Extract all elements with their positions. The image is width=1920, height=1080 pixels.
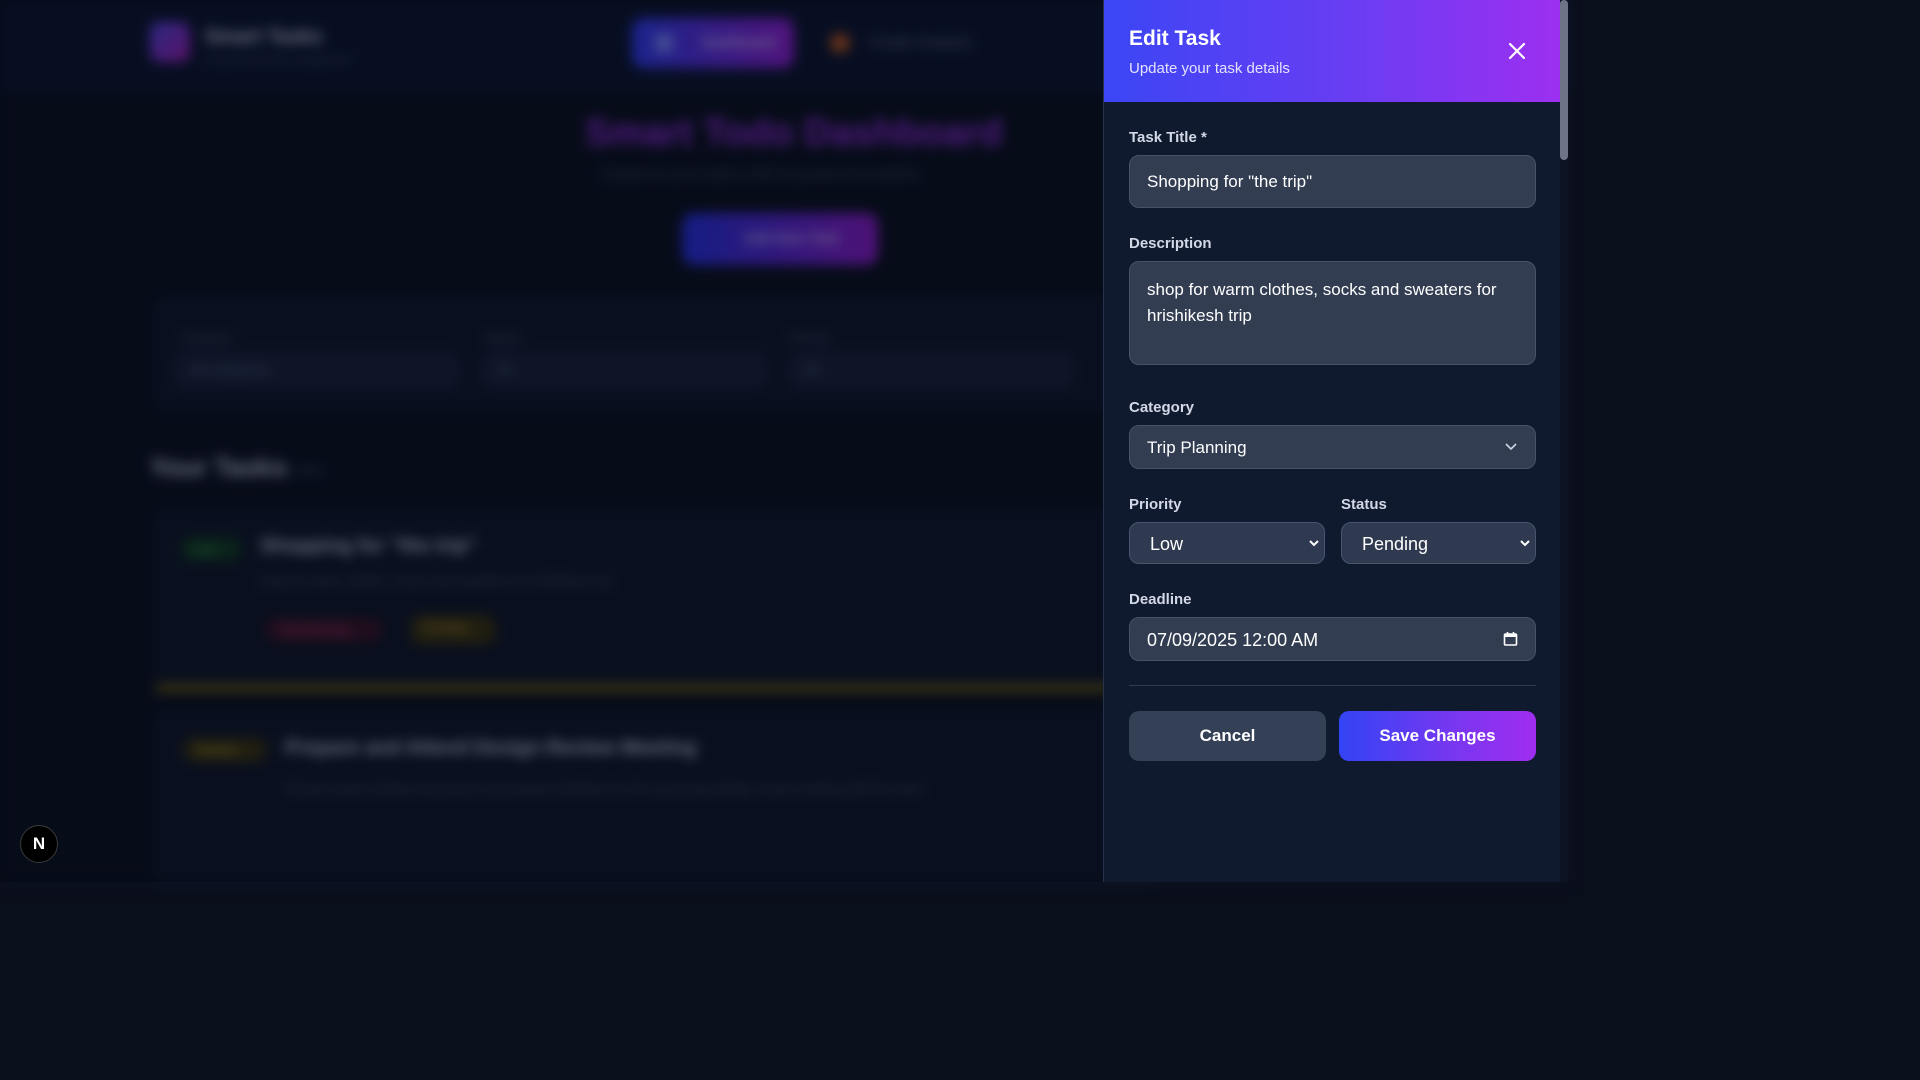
deadline-value: 07/09/2025 12:00 AM [1147, 630, 1319, 650]
status-select[interactable]: Pending [1341, 522, 1536, 564]
status-value: Pending [1362, 534, 1429, 554]
category-value: Trip Planning [1147, 438, 1247, 457]
task-title-input[interactable]: Shopping for "the trip" [1129, 155, 1536, 208]
drawer-header: Edit Task Update your task details [1104, 0, 1561, 102]
priority-label: Priority [1129, 496, 1182, 513]
cancel-button[interactable]: Cancel [1129, 711, 1326, 761]
priority-select[interactable]: Low [1129, 522, 1325, 564]
description-textarea[interactable]: shop for warm clothes, socks and sweater… [1129, 261, 1536, 365]
modal-backdrop[interactable] [0, 0, 1103, 882]
description-value: shop for warm clothes, socks and sweater… [1147, 280, 1497, 325]
task-title-label: Task Title * [1129, 129, 1207, 146]
category-label: Category [1129, 399, 1195, 416]
save-changes-button[interactable]: Save Changes [1339, 711, 1536, 761]
status-label: Status [1341, 496, 1387, 513]
nextjs-dev-badge[interactable]: N [20, 825, 58, 863]
edit-task-drawer: Edit Task Update your task details Task … [1103, 0, 1561, 882]
chevron-down-icon [1520, 540, 1530, 547]
scrollbar-thumb[interactable] [1560, 0, 1568, 160]
deadline-label: Deadline [1129, 591, 1192, 608]
calendar-icon[interactable] [1503, 631, 1518, 647]
chevron-down-icon [1309, 540, 1319, 547]
chevron-down-icon [1505, 443, 1517, 451]
task-title-value: Shopping for "the trip" [1147, 172, 1313, 191]
drawer-title: Edit Task [1129, 27, 1221, 50]
drawer-subtitle: Update your task details [1129, 60, 1290, 77]
close-icon [1508, 42, 1526, 60]
form-divider [1129, 685, 1536, 686]
priority-value: Low [1150, 534, 1184, 554]
category-select[interactable]: Trip Planning [1129, 425, 1536, 469]
close-button[interactable] [1502, 36, 1532, 66]
deadline-input[interactable]: 07/09/2025 12:00 AM [1129, 617, 1536, 661]
description-label: Description [1129, 235, 1212, 252]
